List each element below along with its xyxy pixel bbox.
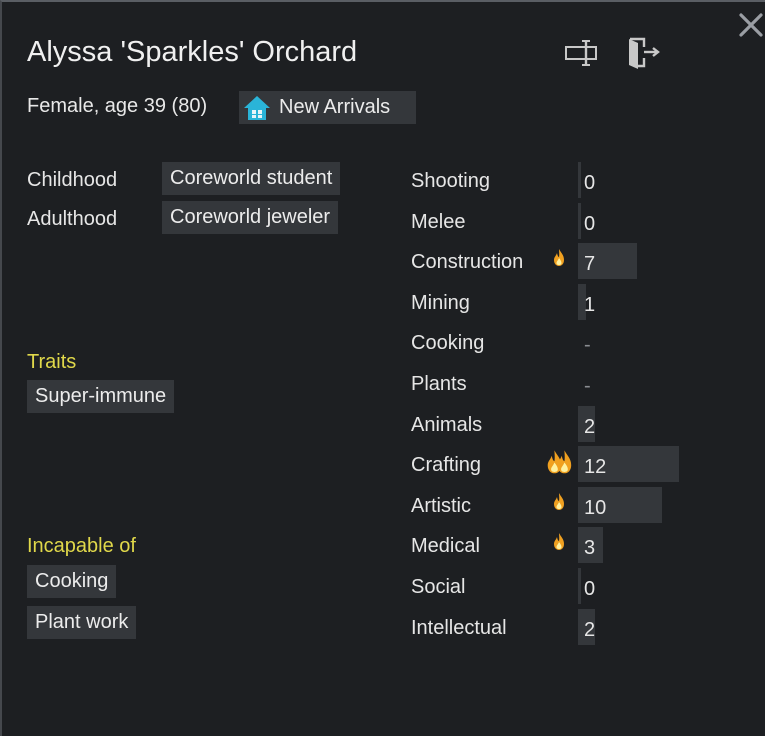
- skill-level-value: 2: [584, 618, 596, 641]
- skill-level-bar: [578, 162, 581, 198]
- skill-level-value: 0: [584, 212, 596, 235]
- skill-name: Animals: [411, 413, 483, 436]
- skill-row-shooting[interactable]: Shooting 0: [411, 162, 711, 202]
- skill-name: Medical: [411, 535, 480, 558]
- exit-door-icon[interactable]: [624, 36, 660, 70]
- skill-row-construction[interactable]: Construction 7: [411, 243, 711, 283]
- skill-row-animals[interactable]: Animals 2: [411, 405, 711, 446]
- skill-level-value: -: [584, 334, 591, 357]
- skill-row-artistic[interactable]: Artistic 10: [411, 486, 711, 527]
- skill-name: Plants: [411, 373, 467, 395]
- skill-row-plants[interactable]: Plants -: [411, 365, 711, 405]
- skill-name: Artistic: [411, 494, 471, 517]
- skill-name: Shooting: [411, 170, 490, 192]
- skill-level-value: 7: [584, 253, 596, 276]
- skill-name: Intellectual: [411, 616, 507, 639]
- skill-row-cooking[interactable]: Cooking -: [411, 324, 711, 364]
- minor-passion-flame-icon: [554, 249, 564, 267]
- rename-icon[interactable]: [564, 39, 602, 67]
- minor-passion-flame-icon: [554, 492, 564, 510]
- skill-level-bar: [578, 202, 581, 239]
- skill-name: Social: [411, 576, 466, 598]
- skill-level-value: 1: [584, 293, 596, 316]
- home-icon: [244, 95, 270, 120]
- skill-row-crafting[interactable]: Crafting 12: [411, 446, 711, 486]
- skill-name: Crafting: [411, 454, 482, 477]
- skill-name: Mining: [411, 291, 470, 314]
- faction-label: New Arrivals: [279, 96, 391, 118]
- skill-level-value: 0: [584, 578, 596, 600]
- skill-row-melee[interactable]: Melee 0: [411, 202, 711, 243]
- major-passion-flame-icon: [547, 450, 572, 474]
- skill-level-value: -: [584, 375, 591, 397]
- minor-passion-flame-icon: [554, 533, 564, 551]
- pawn-name: Alyssa 'Sparkles' Orchard: [27, 36, 358, 68]
- skill-name: Construction: [411, 251, 524, 274]
- character-window: Alyssa 'Sparkles' Orchard Female, age 39…: [0, 0, 765, 736]
- skill-name: Melee: [411, 210, 466, 233]
- incapable-heading: Incapable of: [27, 535, 136, 557]
- trait-chip[interactable]: Super-immune: [27, 380, 175, 413]
- skill-row-social[interactable]: Social 0: [411, 568, 711, 608]
- skill-level-bar: [578, 568, 581, 604]
- skill-row-medical[interactable]: Medical 3: [411, 527, 711, 567]
- skill-row-intellectual[interactable]: Intellectual 2: [411, 608, 711, 649]
- skill-level-value: 0: [584, 172, 596, 194]
- gender-age: Female, age 39 (80): [27, 95, 208, 117]
- childhood-label: Childhood: [27, 169, 118, 191]
- skill-level-value: 2: [584, 415, 596, 438]
- incapable-chip[interactable]: Cooking: [27, 565, 117, 598]
- skill-level-value: 10: [584, 496, 607, 519]
- adulthood-backstory[interactable]: Coreworld jeweler: [162, 201, 339, 234]
- traits-heading: Traits: [27, 351, 77, 373]
- skill-row-mining[interactable]: Mining 1: [411, 283, 711, 324]
- skill-level-value: 3: [584, 537, 596, 560]
- skill-name: Cooking: [411, 332, 485, 355]
- skill-level-value: 12: [584, 456, 607, 479]
- close-icon[interactable]: [738, 12, 764, 38]
- childhood-backstory[interactable]: Coreworld student: [162, 162, 341, 195]
- adulthood-label: Adulthood: [27, 208, 118, 230]
- faction-button[interactable]: New Arrivals: [239, 91, 416, 124]
- incapable-chip[interactable]: Plant work: [27, 606, 137, 639]
